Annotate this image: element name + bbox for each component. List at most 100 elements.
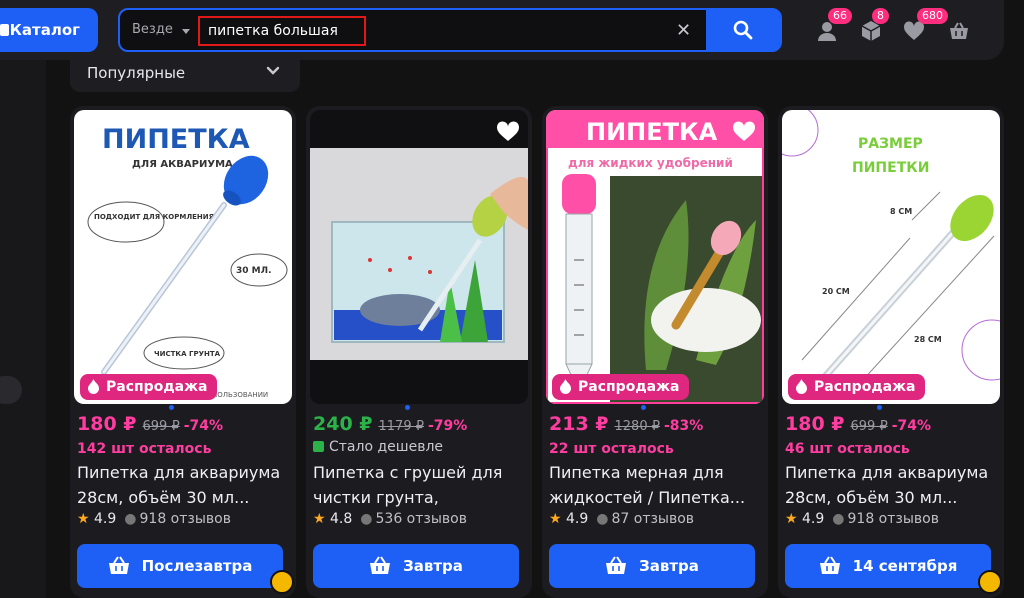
chevron-down-icon[interactable] <box>182 29 190 34</box>
favorite-heart-icon[interactable] <box>732 120 756 142</box>
stock-left: 22 шт осталось <box>549 441 674 457</box>
favorite-heart-icon[interactable] <box>968 120 992 142</box>
rating-value: 4.9 <box>94 511 117 527</box>
sort-dropdown[interactable]: Популярные <box>70 54 300 92</box>
image-subtitle: ПИПЕТКИ <box>852 160 929 176</box>
fire-icon <box>796 379 807 394</box>
product-image[interactable]: ПИПЕТКА ДЛЯ АКВАРИУМА ПОДХОДИТ ДЛЯ КОРМЛ… <box>74 110 292 404</box>
comment-icon: ● <box>124 511 137 527</box>
star-icon: ★ <box>77 511 90 527</box>
image-note: ЧИСТКА ГРУНТА <box>154 350 221 358</box>
old-price: 1280 ₽ <box>614 419 661 434</box>
chevron-down-icon <box>266 66 280 75</box>
add-to-cart-button[interactable]: 14 сентября <box>785 544 991 588</box>
price-drop-icon <box>313 441 324 452</box>
catalog-label: Каталог <box>9 21 80 39</box>
fire-icon <box>560 379 571 394</box>
cart-icon[interactable] <box>948 20 970 42</box>
delivery-label: 14 сентября <box>852 557 958 575</box>
search-input[interactable] <box>198 16 366 46</box>
stock-left: 142 шт осталось <box>77 441 212 457</box>
search-bar: Везде ✕ <box>118 8 782 52</box>
image-dimension: 8 СМ <box>890 207 912 216</box>
sale-badge: Распродажа <box>788 374 926 400</box>
product-title[interactable]: Пипетка с грушей для чистки грунта, аква… <box>313 460 525 510</box>
review-count[interactable]: 918 отзывов <box>848 511 939 527</box>
search-button[interactable] <box>706 8 780 52</box>
search-scope[interactable]: Везде <box>132 22 173 37</box>
price-line: 180 ₽ 699 ₽ -74% <box>785 413 931 435</box>
old-price: 699 ₽ <box>850 419 888 434</box>
price-drop-label: Стало дешевле <box>329 439 444 455</box>
product-card[interactable]: 240 ₽ 1179 ₽ -79% Стало дешевле Пипетка с … <box>306 106 532 598</box>
product-card[interactable]: РАЗМЕР ПИПЕТКИ 8 СМ 20 СМ 28 СМ Распрода… <box>778 106 1004 598</box>
add-to-cart-button[interactable]: Послезавтра <box>77 544 283 588</box>
delivery-label: Завтра <box>403 557 463 575</box>
product-title[interactable]: Пипетка мерная для жидкостей / Пипетка..… <box>549 460 761 510</box>
rating-row: ★ 4.8 ● 536 отзывов <box>313 511 467 527</box>
product-title[interactable]: Пипетка для аквариума 28см, объём 30 мл.… <box>785 460 997 510</box>
review-count[interactable]: 536 отзывов <box>376 511 467 527</box>
product-image[interactable]: РАЗМЕР ПИПЕТКИ 8 СМ 20 СМ 28 СМ Распрода… <box>782 110 1000 404</box>
product-image[interactable] <box>310 110 528 404</box>
left-sidebar <box>0 60 46 598</box>
star-icon: ★ <box>313 511 326 527</box>
sale-badge: Распродажа <box>80 374 218 400</box>
price: 180 ₽ <box>785 413 845 435</box>
add-to-cart-button[interactable]: Завтра <box>549 544 755 588</box>
review-count[interactable]: 87 отзывов <box>612 511 695 527</box>
top-header: Каталог Везде ✕ 66 8 680 <box>0 0 1024 60</box>
price-line: 240 ₽ 1179 ₽ -79% <box>313 413 467 435</box>
delivery-label: Завтра <box>639 557 699 575</box>
comment-icon: ● <box>596 511 609 527</box>
cart-icon <box>606 556 627 574</box>
sort-label: Популярные <box>87 64 186 82</box>
discount: -83% <box>664 418 704 434</box>
old-price: 699 ₽ <box>142 419 180 434</box>
price: 213 ₽ <box>549 413 609 435</box>
image-title: ПИПЕТКА <box>586 118 718 146</box>
image-pager-dot <box>877 405 882 410</box>
crown-icon <box>978 570 1002 594</box>
add-to-cart-button[interactable]: Завтра <box>313 544 519 588</box>
image-dimension: 28 СМ <box>914 335 942 344</box>
sale-badge: Распродажа <box>552 374 690 400</box>
price: 240 ₽ <box>313 413 373 435</box>
rating-row: ★ 4.9 ● 918 отзывов <box>77 511 231 527</box>
old-price: 1179 ₽ <box>378 419 425 434</box>
price-drop-note: Стало дешевле <box>313 439 443 455</box>
review-count[interactable]: 918 отзывов <box>140 511 231 527</box>
rating-row: ★ 4.9 ● 918 отзывов <box>785 511 939 527</box>
rating-row: ★ 4.9 ● 87 отзывов <box>549 511 694 527</box>
close-icon[interactable]: ✕ <box>676 20 691 41</box>
price-line: 213 ₽ 1280 ₽ -83% <box>549 413 703 435</box>
rating-value: 4.9 <box>566 511 589 527</box>
discount: -79% <box>428 418 468 434</box>
stock-left: 46 шт осталось <box>785 441 910 457</box>
image-pager-dot <box>405 405 410 410</box>
image-pager-dot <box>641 405 646 410</box>
image-subtitle: для жидких удобрений <box>568 156 733 170</box>
product-card[interactable]: ПИПЕТКА для жидких удобрений Распродажа … <box>542 106 768 598</box>
cart-icon <box>819 556 840 574</box>
product-title[interactable]: Пипетка для аквариума 28см, объём 30 мл.… <box>77 460 289 510</box>
product-image[interactable]: ПИПЕТКА для жидких удобрений Распродажа <box>546 110 764 404</box>
image-note: ПОЛЬЗОВАНИИ <box>212 391 268 399</box>
star-icon: ★ <box>549 511 562 527</box>
image-dimension: 20 СМ <box>822 287 850 296</box>
image-pager-dot <box>169 405 174 410</box>
price-line: 180 ₽ 699 ₽ -74% <box>77 413 223 435</box>
orders-badge: 8 <box>872 8 889 24</box>
image-title: РАЗМЕР <box>858 136 923 152</box>
cart-icon <box>370 556 391 574</box>
cart-icon <box>108 556 129 574</box>
comment-icon: ● <box>832 511 845 527</box>
sale-label: Распродажа <box>106 379 208 395</box>
product-card[interactable]: ПИПЕТКА ДЛЯ АКВАРИУМА ПОДХОДИТ ДЛЯ КОРМЛ… <box>70 106 296 598</box>
catalog-button[interactable]: Каталог <box>0 8 98 52</box>
price: 180 ₽ <box>77 413 137 435</box>
sale-label: Распродажа <box>578 379 680 395</box>
crown-icon <box>270 570 294 594</box>
favorite-heart-icon[interactable] <box>496 120 520 142</box>
fire-icon <box>88 379 99 394</box>
